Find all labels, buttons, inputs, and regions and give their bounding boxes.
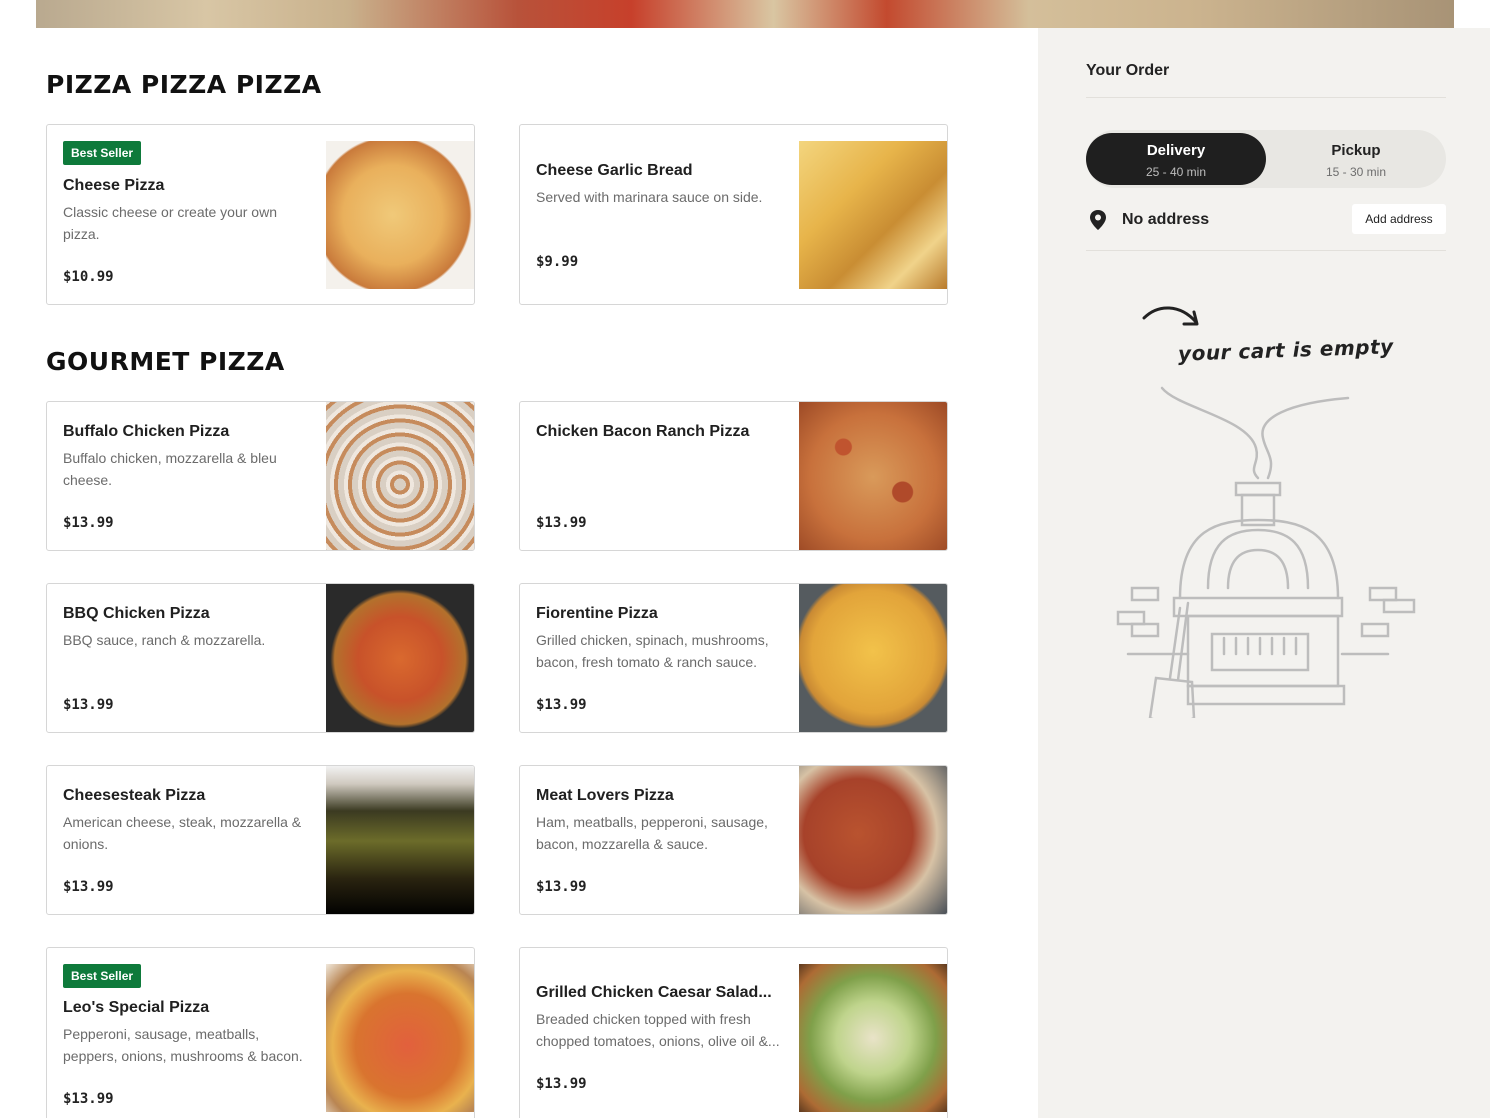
item-image <box>799 141 947 289</box>
item-name: Chicken Bacon Ranch Pizza <box>536 423 750 440</box>
item-description: Pepperoni, sausage, meatballs, peppers, … <box>63 1026 303 1064</box>
item-description: Buffalo chicken, mozzarella & bleu chees… <box>63 450 277 488</box>
menu-item-card[interactable]: Cheesesteak Pizza American cheese, steak… <box>46 765 475 915</box>
item-name: Cheese Pizza <box>63 177 165 194</box>
item-name: BBQ Chicken Pizza <box>63 605 210 622</box>
item-description: Grilled chicken, spinach, mushrooms, bac… <box>536 632 769 670</box>
pickup-label: Pickup <box>1331 142 1381 159</box>
item-image <box>326 402 474 550</box>
menu-item-card[interactable]: Meat Lovers Pizza Ham, meatballs, pepper… <box>519 765 948 915</box>
location-pin-icon <box>1090 210 1106 230</box>
item-price: $13.99 <box>63 697 114 713</box>
item-name: Buffalo Chicken Pizza <box>63 423 230 440</box>
menu-item-card[interactable]: Grilled Chicken Caesar Salad... Breaded … <box>519 947 948 1118</box>
item-price: $9.99 <box>536 254 579 270</box>
menu-item-card[interactable]: BBQ Chicken Pizza BBQ sauce, ranch & moz… <box>46 583 475 733</box>
item-image <box>799 402 947 550</box>
item-image <box>326 141 474 289</box>
order-title: Your Order <box>1086 62 1170 79</box>
add-address-button[interactable]: Add address <box>1352 204 1446 234</box>
item-description: Classic cheese or create your own pizza. <box>63 204 277 242</box>
divider <box>1086 97 1446 98</box>
menu-item-card[interactable]: Cheese Garlic Bread Served with marinara… <box>519 124 948 305</box>
item-image <box>326 964 474 1112</box>
item-name: Cheese Garlic Bread <box>536 162 693 179</box>
item-price: $13.99 <box>536 515 587 531</box>
section-title-pizza: PIZZA PIZZA PIZZA <box>46 70 322 99</box>
pickup-time: 15 - 30 min <box>1325 165 1387 179</box>
menu-item-card[interactable]: Best Seller Cheese Pizza Classic cheese … <box>46 124 475 305</box>
item-description: American cheese, steak, mozzarella & oni… <box>63 814 302 852</box>
item-price: $13.99 <box>63 515 114 531</box>
fulfillment-toggle: Delivery 25 - 40 min Pickup 15 - 30 min <box>1086 130 1446 188</box>
item-price: $13.99 <box>536 879 587 895</box>
item-description: BBQ sauce, ranch & mozzarella. <box>63 632 266 648</box>
order-sidebar: Your Order Delivery 25 - 40 min Pickup 1… <box>1038 28 1490 1118</box>
item-description: Breaded chicken topped with fresh choppe… <box>536 1011 780 1049</box>
section-title-gourmet: GOURMET PIZZA <box>46 347 285 376</box>
item-description: Served with marinara sauce on side. <box>536 189 763 205</box>
item-price: $13.99 <box>63 1091 114 1107</box>
delivery-label: Delivery <box>1146 142 1206 159</box>
item-name: Grilled Chicken Caesar Salad... <box>536 984 772 1001</box>
best-seller-badge: Best Seller <box>63 141 142 165</box>
item-description: Ham, meatballs, pepperoni, sausage, baco… <box>536 814 768 852</box>
item-name: Leo's Special Pizza <box>63 999 210 1016</box>
item-name: Fiorentine Pizza <box>536 605 658 622</box>
address-text: No address <box>1122 211 1210 228</box>
delivery-option[interactable]: Delivery 25 - 40 min <box>1086 133 1266 185</box>
hero-image-strip <box>36 0 1454 28</box>
item-image <box>326 584 474 732</box>
pickup-option[interactable]: Pickup 15 - 30 min <box>1266 133 1446 185</box>
delivery-time: 25 - 40 min <box>1145 165 1207 179</box>
item-price: $13.99 <box>536 1076 587 1092</box>
menu-item-card[interactable]: Fiorentine Pizza Grilled chicken, spinac… <box>519 583 948 733</box>
item-name: Meat Lovers Pizza <box>536 787 674 804</box>
menu-item-card[interactable]: Chicken Bacon Ranch Pizza $13.99 <box>519 401 948 551</box>
address-row: No address Add address <box>1086 204 1446 236</box>
item-image <box>799 584 947 732</box>
item-price: $10.99 <box>63 269 114 285</box>
menu-item-card[interactable]: Best Seller Leo's Special Pizza Pepperon… <box>46 947 475 1118</box>
item-name: Cheesesteak Pizza <box>63 787 206 804</box>
item-price: $13.99 <box>536 697 587 713</box>
best-seller-badge: Best Seller <box>63 964 142 988</box>
item-image <box>799 964 947 1112</box>
pizza-oven-illustration <box>1116 386 1416 718</box>
divider <box>1086 250 1446 251</box>
item-image <box>799 766 947 914</box>
menu-item-card[interactable]: Buffalo Chicken Pizza Buffalo chicken, m… <box>46 401 475 551</box>
item-price: $13.99 <box>63 879 114 895</box>
item-image <box>326 766 474 914</box>
